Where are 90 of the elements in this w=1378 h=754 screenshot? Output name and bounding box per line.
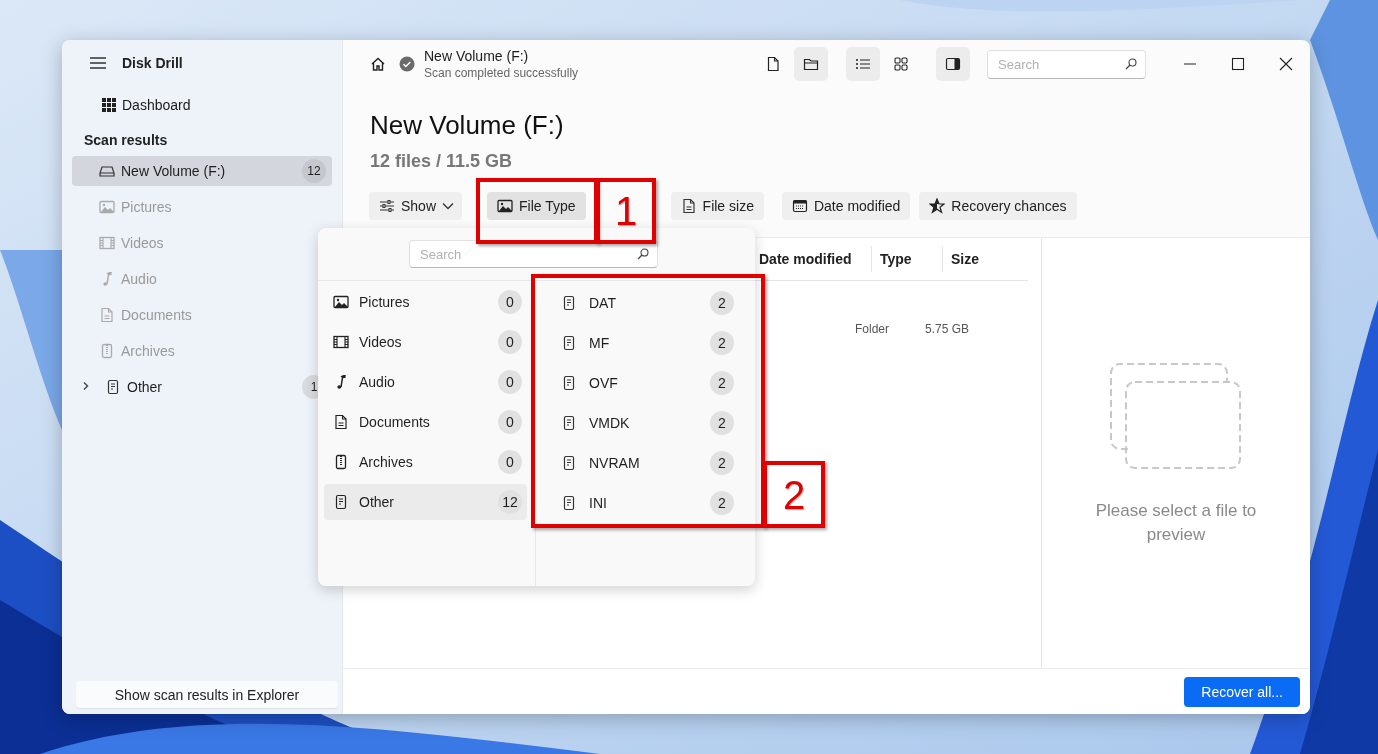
- text-file-icon: [561, 335, 577, 351]
- close-icon: [1278, 56, 1294, 72]
- search-icon: [637, 248, 649, 260]
- minimize-icon: [1184, 63, 1196, 65]
- annotation-number: 1: [596, 178, 656, 244]
- star-icon: [929, 198, 946, 214]
- caret-icon: [442, 202, 455, 210]
- file-icon: [765, 56, 781, 72]
- count-badge: 2: [710, 371, 734, 395]
- menu-icon: [89, 56, 107, 70]
- category-item[interactable]: Pictures 0: [324, 284, 527, 320]
- column-header[interactable]: Type: [872, 246, 943, 272]
- table-cell-text: Folder: [855, 322, 890, 336]
- dashboard-item[interactable]: Dashboard: [72, 86, 332, 124]
- file-type-item[interactable]: NVRAM 2: [552, 445, 739, 481]
- text-file-icon: [561, 295, 577, 311]
- file-type-item[interactable]: VMDK 2: [552, 405, 739, 441]
- film-icon: [333, 334, 349, 350]
- grid-view-icon: [893, 56, 909, 72]
- page-title: New Volume (F:): [369, 109, 565, 141]
- category-item[interactable]: Archives 0: [324, 444, 527, 480]
- scan-status: Scan completed successfully: [424, 66, 580, 80]
- grid-icon: [102, 98, 116, 112]
- annotation-number: 2: [763, 461, 825, 528]
- count-badge: 2: [710, 411, 734, 435]
- empty-preview-icon: [1110, 363, 1242, 471]
- search-field[interactable]: Search: [987, 49, 1146, 79]
- explorer-button[interactable]: Show scan results in Explorer: [76, 681, 338, 708]
- filter-button[interactable]: File Type: [487, 192, 586, 220]
- image-icon: [99, 199, 115, 215]
- list-view-icon: [855, 56, 871, 72]
- film-icon: [99, 235, 115, 251]
- count-badge: 2: [710, 451, 734, 475]
- filter-button[interactable]: Date modified: [781, 192, 911, 220]
- home-icon: [370, 56, 386, 72]
- category-item[interactable]: Documents 0: [324, 404, 527, 440]
- calendar-icon: [791, 198, 808, 214]
- count-badge: 0: [498, 370, 522, 394]
- filter-button[interactable]: Recovery chances: [919, 192, 1077, 220]
- volume-title: New Volume (F:): [424, 48, 530, 64]
- chevron-icon: [82, 381, 90, 391]
- folder-icon: [803, 56, 819, 72]
- list-view-button[interactable]: [846, 47, 880, 81]
- file-type-item[interactable]: INI 2: [552, 485, 739, 521]
- image-icon: [497, 198, 514, 214]
- document-icon: [680, 198, 697, 214]
- text-file-icon: [105, 379, 121, 395]
- category-item[interactable]: Other 12: [324, 484, 527, 520]
- check-icon: [399, 56, 415, 72]
- file-type-item[interactable]: OVF 2: [552, 365, 739, 401]
- count-badge: 2: [710, 291, 734, 315]
- preview-pane-icon: [945, 56, 961, 72]
- preview-pane-button[interactable]: [936, 47, 970, 81]
- zip-file-icon: [333, 454, 349, 470]
- section-title: Scan results: [83, 131, 169, 150]
- count-badge: 0: [498, 290, 522, 314]
- count-badge: 2: [710, 491, 734, 515]
- document-icon: [99, 307, 115, 323]
- files-summary: 12 files / 11.5 GB: [369, 150, 514, 172]
- text-file-icon: [561, 455, 577, 471]
- text-file-icon: [561, 415, 577, 431]
- count-badge: 12: [498, 490, 522, 514]
- column-header[interactable]: Size: [943, 246, 1026, 272]
- category-item[interactable]: Videos 0: [324, 324, 527, 360]
- table-cell-text: 5.75 GB: [925, 322, 971, 336]
- sliders-icon: [379, 198, 395, 214]
- count-badge: 2: [710, 331, 734, 355]
- search-icon: [1125, 57, 1137, 70]
- category-item[interactable]: Audio 0: [324, 364, 527, 400]
- filter-button[interactable]: Show: [369, 192, 463, 220]
- document-icon: [333, 414, 349, 430]
- drive-icon: [99, 163, 115, 179]
- text-file-icon: [561, 495, 577, 511]
- text-file-icon: [561, 375, 577, 391]
- count-badge: 0: [498, 450, 522, 474]
- count-badge: 0: [498, 330, 522, 354]
- count-badge: 12: [302, 159, 326, 183]
- file-type-item[interactable]: MF 2: [552, 325, 739, 361]
- filter-button[interactable]: File size: [670, 192, 764, 220]
- sidebar-item[interactable]: New Volume (F:) 12: [72, 156, 332, 186]
- recover-all-button[interactable]: Recover all...: [1184, 676, 1300, 707]
- app-title: Disk Drill: [122, 55, 183, 71]
- image-icon: [333, 294, 349, 310]
- zip-file-icon: [99, 343, 115, 359]
- preview-message: Please select a file to preview: [1094, 500, 1258, 546]
- folder-button[interactable]: [794, 47, 828, 81]
- file-type-item[interactable]: DAT 2: [552, 285, 739, 321]
- count-badge: 0: [498, 410, 522, 434]
- maximize-icon: [1230, 56, 1246, 72]
- text-file-icon: [333, 494, 349, 510]
